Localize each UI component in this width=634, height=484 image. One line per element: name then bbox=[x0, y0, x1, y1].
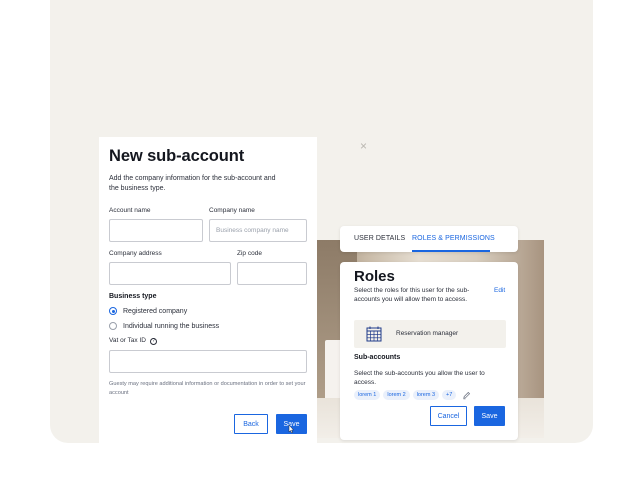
zip-code-input[interactable] bbox=[237, 262, 307, 285]
subaccount-chip[interactable]: lorem 3 bbox=[412, 390, 440, 400]
calendar-grid-icon bbox=[366, 326, 382, 342]
tab-user-details[interactable]: USER DETAILS bbox=[354, 235, 405, 242]
subaccount-chip[interactable]: lorem 1 bbox=[354, 390, 381, 400]
form-description: Add the company information for the sub-… bbox=[109, 175, 276, 192]
radio-label: Individual running the business bbox=[123, 322, 220, 330]
vat-label: Vat or Tax ID bbox=[109, 337, 146, 344]
role-item[interactable]: Reservation manager bbox=[354, 320, 506, 348]
close-icon[interactable]: × bbox=[360, 139, 367, 153]
role-name: Reservation manager bbox=[396, 330, 459, 337]
new-subaccount-card: New sub-account Add the company informat… bbox=[99, 137, 317, 443]
pencil-icon[interactable] bbox=[462, 391, 471, 400]
tab-roles-permissions[interactable]: ROLES & PERMISSIONS bbox=[412, 235, 495, 242]
question-circle-icon[interactable]: ? bbox=[149, 338, 157, 345]
account-name-label: Account name bbox=[109, 207, 151, 214]
company-address-input[interactable] bbox=[109, 262, 231, 285]
vat-input[interactable] bbox=[109, 350, 307, 373]
more-chips-count[interactable]: +7 bbox=[442, 390, 457, 400]
roles-card: Roles Select the roles for this user for… bbox=[340, 262, 518, 440]
pointer-cursor-icon bbox=[288, 425, 294, 433]
business-type-label: Business type bbox=[109, 293, 157, 300]
roles-description: Select the roles for this user for the s… bbox=[354, 287, 470, 303]
form-note: Guesty may require additional informatio… bbox=[109, 381, 306, 396]
radio-selected-icon bbox=[109, 307, 117, 315]
roles-title: Roles bbox=[354, 268, 395, 285]
company-name-input[interactable]: Business company name bbox=[209, 219, 307, 242]
radio-individual-business[interactable]: Individual running the business bbox=[109, 322, 219, 330]
zip-code-label: Zip code bbox=[237, 250, 262, 257]
user-tabs: USER DETAILS ROLES & PERMISSIONS bbox=[340, 226, 518, 252]
radio-registered-company[interactable]: Registered company bbox=[109, 307, 187, 315]
edit-roles-link[interactable]: Edit bbox=[494, 287, 505, 294]
account-name-input[interactable] bbox=[109, 219, 203, 242]
radio-unselected-icon bbox=[109, 322, 117, 330]
cancel-button[interactable]: Cancel bbox=[430, 406, 467, 426]
subaccount-chips: lorem 1 lorem 2 lorem 3 +7 bbox=[354, 390, 471, 400]
active-tab-indicator bbox=[412, 250, 490, 252]
radio-label: Registered company bbox=[123, 307, 188, 315]
form-title: New sub-account bbox=[109, 147, 245, 165]
company-name-label: Company name bbox=[209, 207, 255, 214]
roles-save-button[interactable]: Save bbox=[474, 406, 505, 426]
subaccounts-title: Sub-accounts bbox=[354, 354, 401, 361]
company-address-label: Company address bbox=[109, 250, 162, 257]
vat-label-row: Vat or Tax ID? bbox=[109, 337, 157, 345]
back-button[interactable]: Back bbox=[234, 414, 268, 434]
subaccounts-description: Select the sub-accounts you allow the us… bbox=[354, 370, 485, 386]
subaccount-chip[interactable]: lorem 2 bbox=[383, 390, 410, 400]
